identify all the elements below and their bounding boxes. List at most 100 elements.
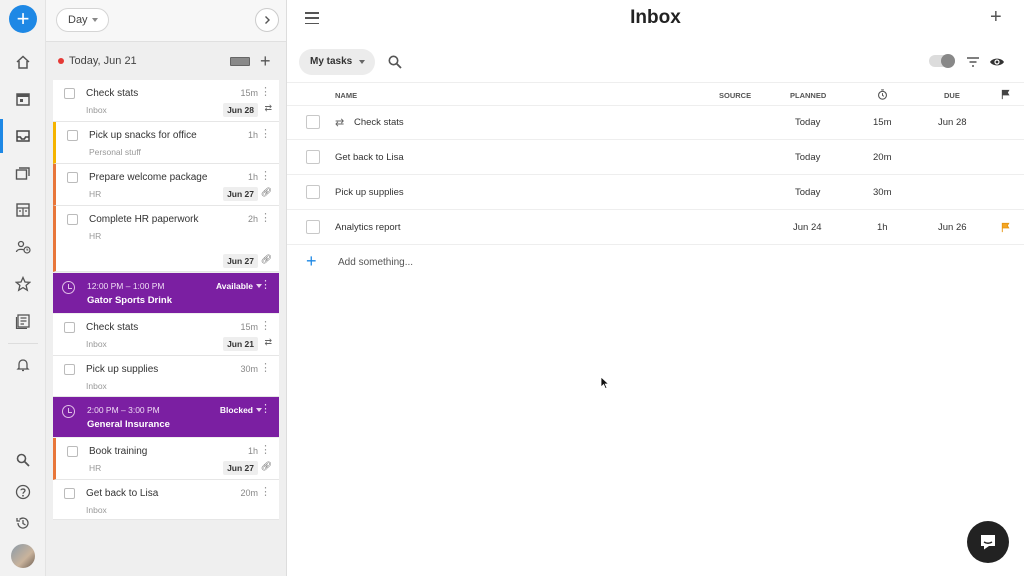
more-icon[interactable]: ⋮ — [260, 280, 271, 291]
event-status[interactable]: Available — [216, 281, 263, 291]
eye-icon[interactable] — [989, 54, 1005, 70]
day-task-card[interactable]: Pick up supplies Inbox 30m ⋮ — [53, 356, 279, 397]
task-checkbox[interactable] — [306, 150, 320, 164]
task-source: Personal stuff — [89, 147, 141, 157]
search-icon[interactable] — [387, 54, 403, 70]
add-icon[interactable]: + — [990, 6, 1002, 29]
add-task-input[interactable]: Add something... — [338, 257, 413, 268]
due-chip: Jun 27 — [223, 187, 258, 201]
task-duration: 15m — [240, 322, 258, 332]
projects-icon[interactable] — [13, 163, 33, 183]
task-title: Get back to Lisa — [86, 488, 159, 499]
more-icon[interactable]: ⋮ — [260, 321, 271, 332]
show-completed-toggle[interactable] — [929, 54, 955, 68]
task-title: Pick up snacks for office — [89, 130, 197, 141]
more-icon[interactable]: ⋮ — [260, 487, 271, 498]
more-icon[interactable]: ⋮ — [260, 87, 271, 98]
calendar-icon[interactable] — [13, 89, 33, 109]
task-duration: 1h — [247, 172, 258, 182]
view-selector[interactable]: Day — [56, 8, 109, 32]
repeat-icon: ⇄ — [264, 337, 272, 347]
task-checkbox[interactable] — [64, 488, 75, 499]
link-icon: 🔗︎ — [260, 461, 272, 471]
table-row[interactable]: Get back to Lisa Today 20m — [287, 140, 1024, 175]
task-filter-dropdown[interactable]: My tasks — [299, 49, 375, 75]
col-source[interactable]: SOURCE — [719, 91, 751, 100]
star-icon[interactable] — [13, 274, 33, 294]
event-status[interactable]: Blocked — [220, 405, 263, 415]
history-icon[interactable] — [13, 513, 33, 533]
task-title: Book training — [89, 446, 148, 457]
event-time: 2:00 PM – 3:00 PM — [87, 405, 160, 415]
day-task-card[interactable]: Book training HR 1h ⋮ Jun 27 🔗︎ — [53, 438, 279, 480]
add-task-button[interactable]: + — [260, 50, 271, 72]
search-icon[interactable] — [13, 450, 33, 470]
create-button[interactable]: + — [9, 5, 37, 33]
chat-button[interactable] — [967, 521, 1009, 563]
add-task-row[interactable]: + Add something... — [287, 246, 1024, 278]
task-checkbox[interactable] — [67, 130, 78, 141]
day-task-card[interactable]: Check stats Inbox 15m ⋮ Jun 21 ⇄ — [53, 314, 279, 356]
event-name: Gator Sports Drink — [87, 295, 172, 306]
bell-icon[interactable] — [13, 355, 33, 375]
help-icon[interactable] — [13, 482, 33, 502]
task-source: Inbox — [86, 105, 107, 115]
col-name[interactable]: NAME — [335, 91, 357, 100]
task-duration: 15m — [240, 88, 258, 98]
filter-label: My tasks — [310, 56, 353, 67]
col-planned[interactable]: PLANNED — [790, 91, 826, 100]
today-dot — [58, 58, 64, 64]
task-planned: Jun 24 — [793, 222, 822, 233]
task-checkbox[interactable] — [67, 446, 78, 457]
day-task-card[interactable]: Complete HR paperwork HR 2h ⋮ Jun 27 🔗︎ — [53, 206, 279, 272]
more-icon[interactable]: ⋮ — [260, 445, 271, 456]
reports-icon[interactable] — [13, 311, 33, 331]
more-icon[interactable]: ⋮ — [260, 129, 271, 140]
clock-icon — [62, 405, 75, 418]
task-checkbox[interactable] — [64, 322, 75, 333]
task-source: HR — [89, 189, 102, 199]
timer-icon[interactable] — [877, 89, 888, 100]
task-checkbox[interactable] — [306, 115, 320, 129]
task-checkbox[interactable] — [64, 88, 75, 99]
task-source: Inbox — [86, 381, 107, 391]
due-chip: Jun 28 — [223, 103, 258, 117]
day-task-card[interactable]: Prepare welcome package HR 1h ⋮ Jun 27 🔗… — [53, 164, 279, 206]
calendar-event[interactable]: 2:00 PM – 3:00 PM General Insurance Bloc… — [53, 397, 279, 437]
filter-icon[interactable] — [965, 54, 981, 70]
due-chip: Jun 27 — [223, 254, 258, 268]
task-checkbox[interactable] — [64, 364, 75, 375]
more-icon[interactable]: ⋮ — [260, 171, 271, 182]
people-icon[interactable] — [13, 237, 33, 257]
task-due: Jun 28 — [938, 117, 967, 128]
event-time: 12:00 PM – 1:00 PM — [87, 281, 165, 291]
calendar-event[interactable]: 12:00 PM – 1:00 PM Gator Sports Drink Av… — [53, 273, 279, 313]
plus-icon[interactable]: + — [306, 251, 317, 272]
table-row[interactable]: Analytics report Jun 24 1h Jun 26 — [287, 210, 1024, 245]
task-checkbox[interactable] — [306, 185, 320, 199]
task-name: Pick up supplies — [335, 187, 404, 198]
day-task-card[interactable]: Pick up snacks for office Personal stuff… — [53, 122, 279, 164]
more-icon[interactable]: ⋮ — [260, 363, 271, 374]
task-time: 1h — [877, 222, 888, 233]
task-checkbox[interactable] — [67, 172, 78, 183]
next-day-button[interactable] — [255, 8, 279, 32]
chevron-down-icon — [92, 18, 98, 22]
more-icon[interactable]: ⋮ — [260, 404, 271, 415]
task-checkbox[interactable] — [306, 220, 320, 234]
repeat-icon: ⇄ — [264, 103, 272, 113]
more-icon[interactable]: ⋮ — [260, 213, 271, 224]
inbox-icon[interactable] — [0, 119, 33, 153]
home-icon[interactable] — [13, 52, 33, 72]
task-checkbox[interactable] — [67, 214, 78, 225]
day-task-card[interactable]: Check stats Inbox 15m ⋮ Jun 28 ⇄ — [53, 80, 279, 122]
col-due[interactable]: DUE — [944, 91, 960, 100]
flag-icon[interactable] — [1000, 222, 1011, 233]
clock-icon — [62, 281, 75, 294]
avatar[interactable] — [11, 544, 35, 568]
board-icon[interactable] — [13, 200, 33, 220]
table-row[interactable]: ⇄ Check stats Today 15m Jun 28 — [287, 105, 1024, 140]
flag-column-icon[interactable] — [1000, 89, 1011, 100]
table-row[interactable]: Pick up supplies Today 30m — [287, 175, 1024, 210]
day-task-card[interactable]: Get back to Lisa Inbox 20m ⋮ — [53, 480, 279, 520]
